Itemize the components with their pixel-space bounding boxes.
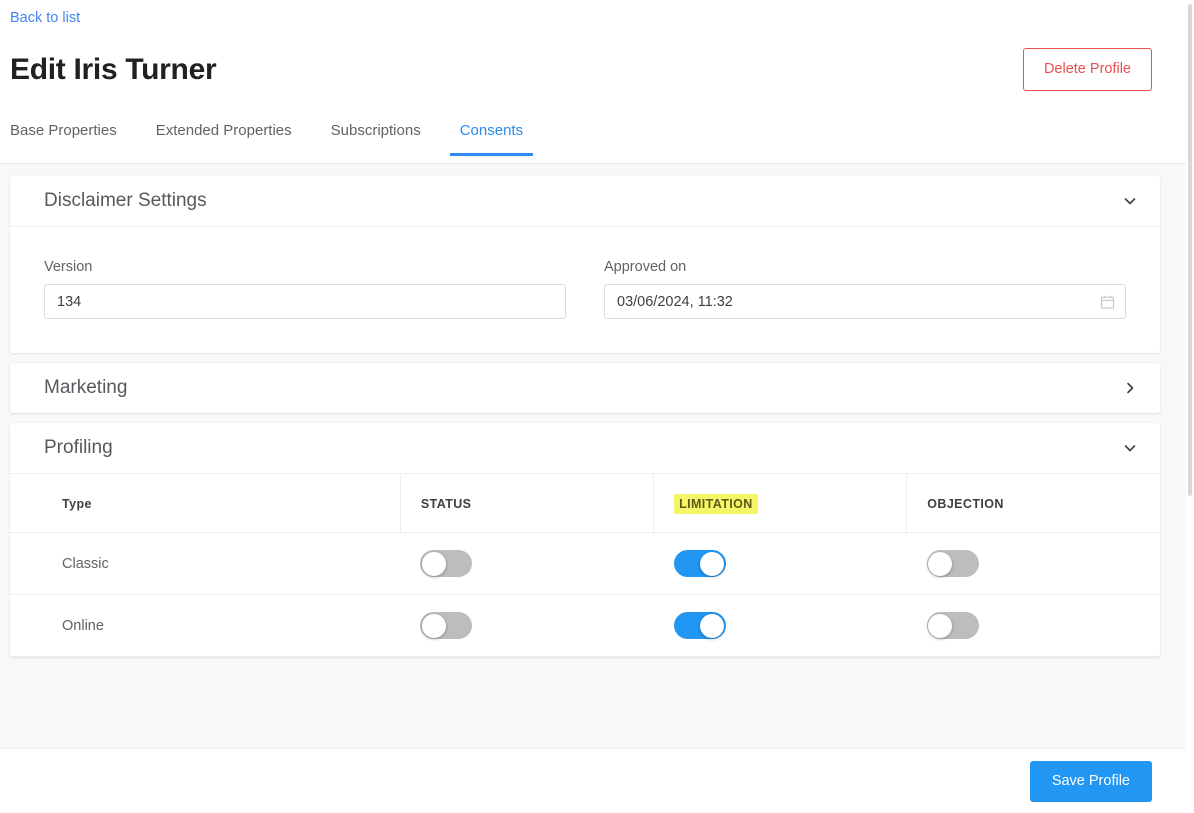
- cell-limitation-online: [653, 594, 907, 657]
- column-header-limitation: LIMITATION: [653, 474, 907, 533]
- column-header-status-label: STATUS: [420, 497, 472, 511]
- version-input[interactable]: [44, 284, 566, 319]
- profiling-body: Type STATUS LIMITATION OBJECTION Classic…: [10, 473, 1160, 657]
- cell-objection-online: [906, 594, 1160, 657]
- profiling-card: Profiling Type STATUS LIMITATION OBJECTI…: [10, 423, 1160, 657]
- tab-consents[interactable]: Consents: [449, 122, 534, 156]
- table-row: Classic: [10, 532, 1160, 595]
- profiling-table-head: Type STATUS LIMITATION OBJECTION: [10, 474, 1160, 533]
- calendar-icon[interactable]: [1100, 294, 1115, 309]
- row-type-classic: Classic: [10, 532, 401, 595]
- column-header-type-label: Type: [62, 497, 92, 511]
- column-header-type: Type: [10, 474, 401, 533]
- page-title: Edit Iris Turner: [10, 52, 217, 86]
- toggle-knob: [928, 613, 953, 638]
- profiling-title: Profiling: [44, 437, 113, 458]
- tab-bar: Base Properties Extended Properties Subs…: [0, 122, 1186, 164]
- approved-on-field-group: Approved on: [604, 258, 1126, 319]
- cell-status-online: [400, 594, 654, 657]
- toggle-limitation-online[interactable]: [673, 612, 726, 639]
- tab-extended-properties[interactable]: Extended Properties: [156, 122, 292, 156]
- approved-on-input-wrap: [604, 284, 1126, 319]
- tab-base-properties[interactable]: Base Properties: [10, 122, 117, 156]
- row-type-online: Online: [10, 594, 401, 657]
- approved-on-label: Approved on: [604, 259, 687, 275]
- marketing-title: Marketing: [44, 377, 128, 398]
- column-header-limitation-label: LIMITATION: [674, 494, 758, 514]
- column-header-objection-label: OBJECTION: [927, 497, 1004, 511]
- page-footer: Save Profile: [0, 748, 1186, 813]
- page-scrollbar[interactable]: [1186, 0, 1194, 813]
- toggle-status-classic[interactable]: [420, 550, 473, 577]
- table-header-row: Type STATUS LIMITATION OBJECTION: [10, 474, 1160, 533]
- edit-profile-page: Back to list Edit Iris Turner Delete Pro…: [0, 0, 1194, 813]
- disclaimer-settings-card: Disclaimer Settings Version 134 Approved…: [10, 176, 1160, 353]
- version-field-group: Version: [44, 258, 566, 319]
- marketing-card: Marketing: [10, 363, 1160, 413]
- approved-on-input[interactable]: [604, 284, 1126, 319]
- chevron-down-icon[interactable]: [1122, 440, 1138, 456]
- disclaimer-settings-title: Disclaimer Settings: [44, 190, 207, 211]
- profiling-header[interactable]: Profiling: [10, 423, 1160, 473]
- toggle-knob: [421, 551, 446, 576]
- profiling-table: Type STATUS LIMITATION OBJECTION Classic…: [10, 474, 1160, 657]
- toggle-status-online[interactable]: [420, 612, 473, 639]
- table-row: Online: [10, 594, 1160, 657]
- toggle-limitation-classic[interactable]: [673, 550, 726, 577]
- consents-content: Disclaimer Settings Version 134 Approved…: [0, 164, 1186, 748]
- toggle-knob: [421, 613, 446, 638]
- toggle-objection-online[interactable]: [926, 612, 979, 639]
- toggle-knob: [928, 551, 953, 576]
- delete-profile-button[interactable]: Delete Profile: [1022, 48, 1152, 91]
- chevron-down-icon[interactable]: [1122, 193, 1138, 209]
- page-header: Back to list Edit Iris Turner Delete Pro…: [0, 0, 1186, 91]
- version-input-wrap: [44, 284, 566, 319]
- marketing-header[interactable]: Marketing: [10, 363, 1160, 413]
- cell-limitation-classic: [653, 532, 907, 595]
- cell-objection-classic: [906, 532, 1160, 595]
- cell-status-classic: [400, 532, 654, 595]
- toggle-knob: [700, 551, 725, 576]
- toggle-knob: [700, 613, 725, 638]
- chevron-right-icon[interactable]: [1122, 380, 1138, 396]
- column-header-status: STATUS: [399, 474, 654, 533]
- disclaimer-form-row: Version Approved on: [10, 227, 1160, 353]
- title-row: Edit Iris Turner Delete Profile: [10, 48, 1152, 91]
- scrollbar-thumb[interactable]: [1188, 4, 1192, 496]
- toggle-objection-classic[interactable]: [926, 550, 979, 577]
- back-to-list-link[interactable]: Back to list: [10, 9, 80, 28]
- disclaimer-settings-body: Version Approved on: [10, 226, 1160, 353]
- profiling-table-body: Classic Online: [10, 532, 1160, 657]
- tab-subscriptions[interactable]: Subscriptions: [331, 122, 421, 156]
- save-profile-button[interactable]: Save Profile: [1029, 760, 1152, 802]
- version-label: Version: [44, 259, 93, 275]
- disclaimer-settings-header[interactable]: Disclaimer Settings: [10, 176, 1160, 226]
- column-header-objection: OBJECTION: [906, 474, 1160, 533]
